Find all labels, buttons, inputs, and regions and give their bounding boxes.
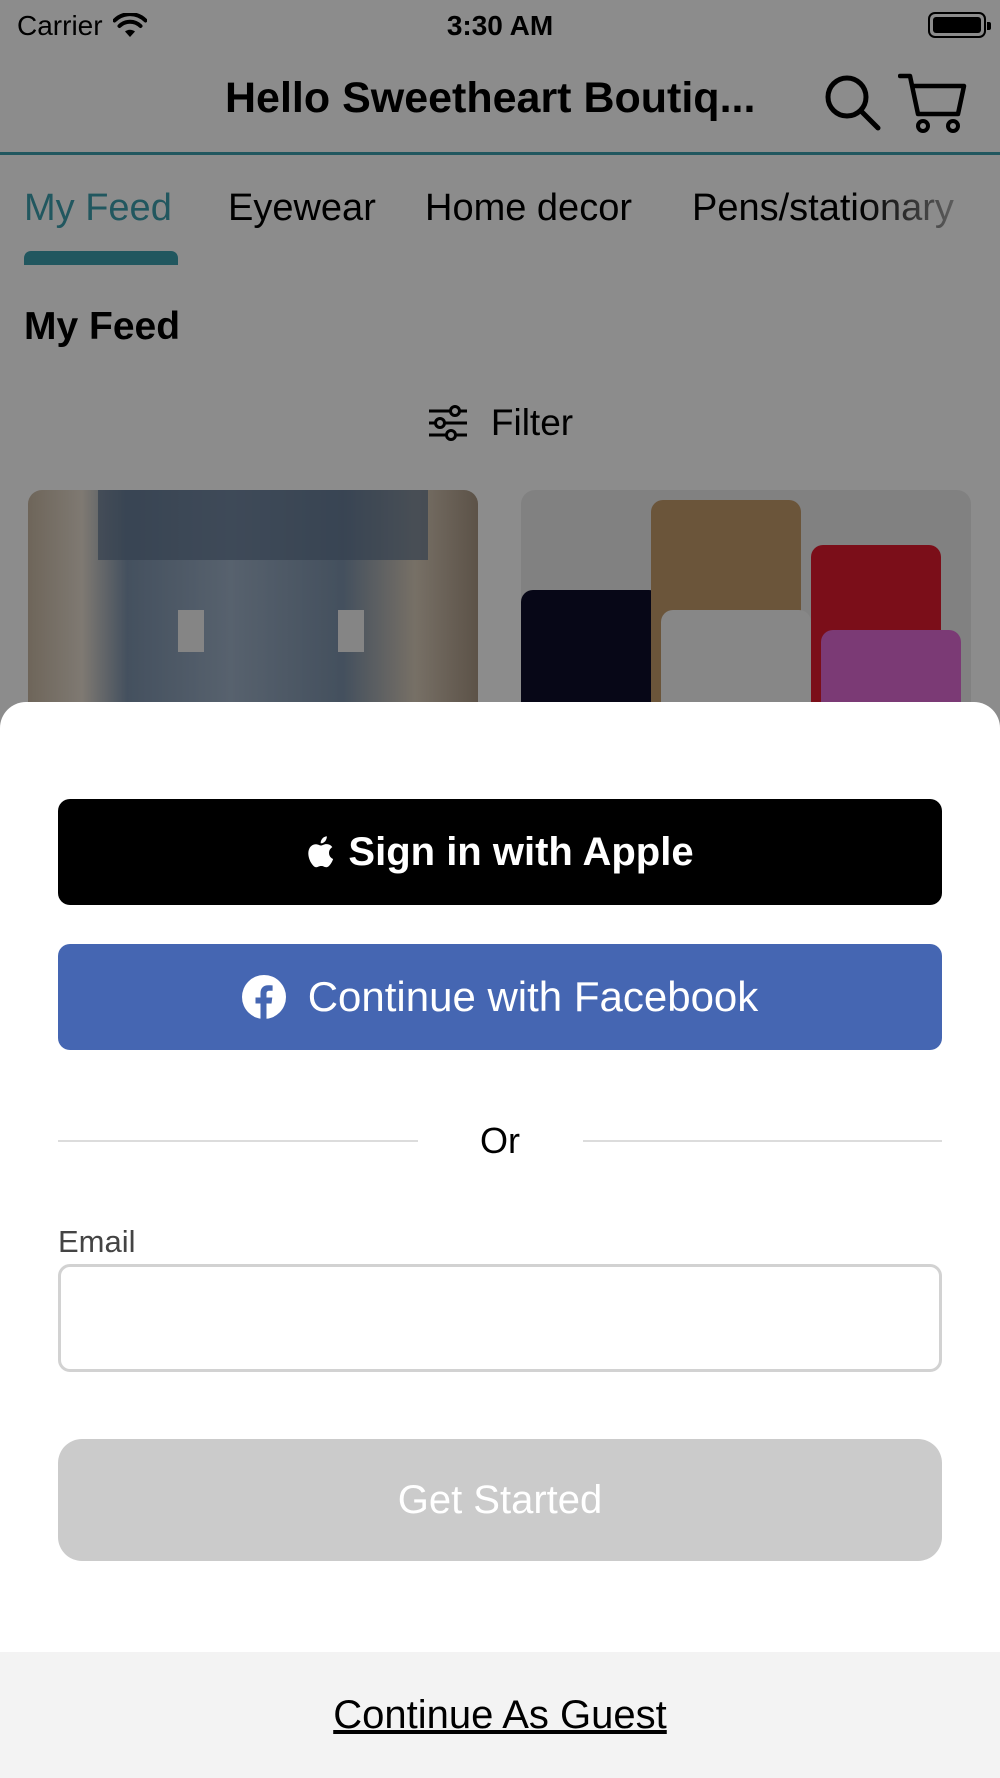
email-field[interactable] — [58, 1264, 942, 1372]
guest-bar: Continue As Guest — [0, 1652, 1000, 1778]
continue-facebook-button[interactable]: Continue with Facebook — [58, 944, 942, 1050]
get-started-label: Get Started — [397, 1477, 603, 1522]
apple-icon — [308, 836, 334, 868]
sign-in-apple-button[interactable]: Sign in with Apple — [58, 799, 942, 905]
continue-as-guest-link[interactable]: Continue As Guest — [333, 1693, 667, 1738]
apple-button-label: Sign in with Apple — [348, 829, 694, 874]
facebook-button-label: Continue with Facebook — [307, 973, 759, 1020]
sign-in-sheet: Sign in with Apple Continue with Faceboo… — [0, 702, 1000, 1778]
get-started-button[interactable]: Get Started — [58, 1439, 942, 1561]
divider-right — [583, 1140, 942, 1142]
facebook-icon — [241, 975, 286, 1019]
email-label: Email — [58, 1224, 136, 1259]
